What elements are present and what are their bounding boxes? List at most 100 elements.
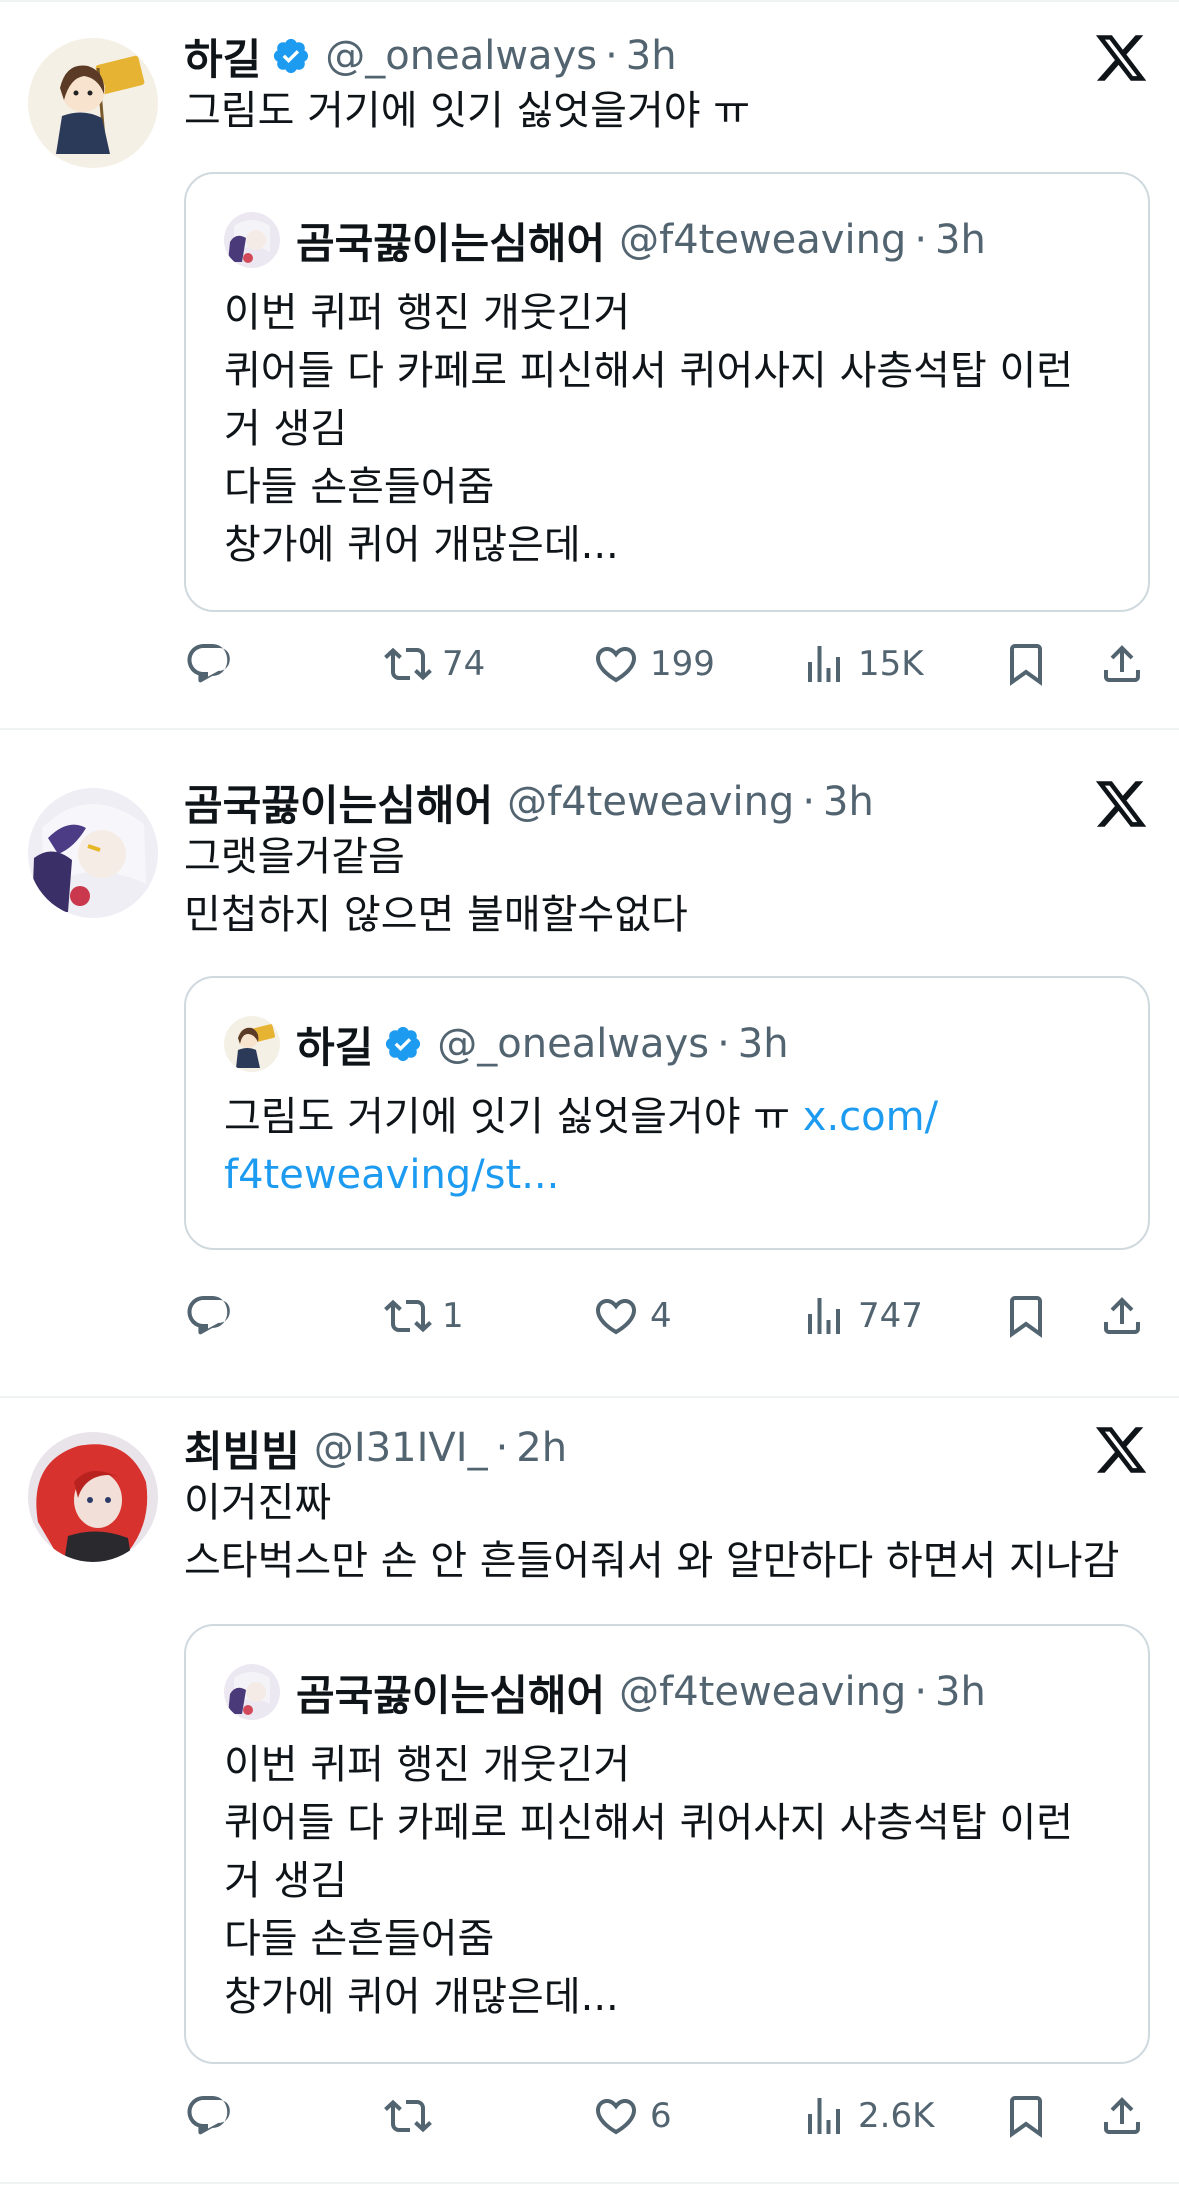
x-logo-icon[interactable] [1093,30,1149,86]
share-icon [1104,1297,1140,1334]
quote-avatar-image [224,212,280,268]
like-count: 4 [650,1296,672,1336]
like-button[interactable]: 4 [592,1286,672,1346]
quote-avatar-image [224,1664,280,1720]
author-name[interactable]: 곰국끓이는심해어 [184,772,493,833]
quoted-tweet[interactable]: 곰국끓이는심해어 @f4teweaving · 3h 이번 퀴퍼 행진 개웃긴거… [184,1624,1150,2064]
tweet-header: 곰국끓이는심해어 @f4teweaving · 3h [184,774,874,830]
heart-icon [595,2099,637,2135]
like-button[interactable]: 6 [592,2086,672,2146]
tweet-text: 그림도 거기에 잇기 싫엇을거야 ㅠ [184,88,751,134]
quote-text: 그림도 거기에 잇기 싫엇을거야 ㅠ x.com/ f4teweaving/st… [224,1088,1118,1204]
avatar-image [28,1432,158,1562]
quote-author-handle: @_onealways [437,1021,710,1067]
share-button[interactable] [1098,1286,1146,1346]
heart-icon [595,647,637,683]
repost-button[interactable] [384,2086,442,2146]
like-count: 6 [650,2096,672,2136]
x-logo-icon[interactable] [1093,1422,1149,1478]
reply-icon [187,2096,230,2135]
quote-author-name: 곰국끓이는심해어 [296,218,606,268]
reply-button[interactable] [184,634,242,694]
bookmark-button[interactable] [1002,1286,1050,1346]
share-icon [1104,645,1140,682]
quote-avatar [224,1016,280,1072]
quote-timestamp: 3h [935,1669,986,1715]
verified-badge-icon [274,38,309,74]
like-button[interactable]: 199 [592,634,715,694]
quote-header: 하길 @_onealways · 3h [224,1016,789,1072]
action-bar: 74 199 15K [184,634,1150,694]
share-button[interactable] [1098,2086,1146,2146]
tweet-divider [0,2182,1179,2184]
quote-author-handle: @f4teweaving [619,1669,907,1715]
quote-header: 곰국끓이는심해어 @f4teweaving · 3h [224,1664,986,1720]
tweet-2[interactable]: 곰국끓이는심해어 @f4teweaving · 3h 그랫을거같음 민첩하지 않… [0,730,1179,1396]
repost-icon [384,647,432,681]
repost-button[interactable]: 1 [384,1286,464,1346]
reply-icon [187,1296,230,1335]
tweet-header: 하길 @_onealways · 3h [184,28,677,84]
views-count: 15K [858,644,924,684]
bookmark-icon [1010,644,1042,686]
tweet-3[interactable]: 최빔빔 @I31IVI_ · 2h 이거진짜 스타벅스만 손 안 흔들어줘서 와… [0,1398,1179,2191]
views-count: 2.6K [858,2096,935,2136]
reply-button[interactable] [184,2086,242,2146]
quote-author-handle: @f4teweaving [619,217,907,263]
author-handle[interactable]: @I31IVI_ [314,1425,488,1471]
quote-header: 곰국끓이는심해어 @f4teweaving · 3h [224,212,986,268]
quote-avatar [224,212,280,268]
bookmark-button[interactable] [1002,634,1050,694]
timestamp[interactable]: 3h [823,779,874,825]
timestamp[interactable]: 3h [626,33,677,79]
views-button[interactable]: 747 [800,1286,923,1346]
bookmark-icon [1010,2096,1042,2138]
avatar[interactable] [28,38,158,168]
separator-dot: · [914,217,928,263]
separator-dot: · [605,33,618,79]
verified-badge-icon [386,1026,421,1062]
x-logo-icon[interactable] [1093,776,1149,832]
quote-text: 이번 퀴퍼 행진 개웃긴거 퀴어들 다 카페로 피신해서 퀴어사지 사층석탑 이… [224,290,1074,568]
separator-dot: · [802,779,816,825]
author-handle[interactable]: @_onealways [325,33,597,79]
share-button[interactable] [1098,634,1146,694]
avatar[interactable] [28,1432,158,1562]
quote-text-body: 그림도 거기에 잇기 싫엇을거야 ㅠ [224,1094,803,1140]
separator-dot: · [914,1669,928,1715]
author-name[interactable]: 하길 [184,26,261,87]
repost-icon [384,1299,432,1333]
author-handle[interactable]: @f4teweaving [507,779,794,825]
quote-avatar [224,1664,280,1720]
avatar[interactable] [28,788,158,918]
action-bar: 6 2.6K [184,2086,1150,2146]
views-button[interactable]: 2.6K [800,2086,934,2146]
views-count: 747 [858,1296,923,1336]
author-name[interactable]: 최빔빔 [184,1418,300,1479]
share-icon [1104,2097,1140,2134]
repost-button[interactable]: 74 [384,634,485,694]
heart-icon [595,1299,637,1335]
reply-icon [187,644,230,683]
quoted-tweet[interactable]: 곰국끓이는심해어 @f4teweaving · 3h 이번 퀴퍼 행진 개웃긴거… [184,172,1150,612]
quote-timestamp: 3h [737,1021,789,1067]
bookmark-button[interactable] [1002,2086,1050,2146]
reply-button[interactable] [184,1286,242,1346]
tweet-1[interactable]: 하길 @_onealways · 3h 그림도 거기에 잇기 싫엇을거야 ㅠ 곰… [0,0,1179,728]
quote-avatar-image [224,1016,280,1072]
views-icon [808,646,840,682]
separator-dot: · [717,1021,730,1067]
avatar-image [28,788,158,918]
timestamp[interactable]: 2h [516,1425,567,1471]
tweet-text: 그랫을거같음 민첩하지 않으면 불매할수없다 [184,834,688,938]
views-icon [808,1298,840,1334]
quote-author-name: 하길 [296,1022,374,1072]
repost-icon [384,2099,432,2133]
separator-dot: · [495,1425,509,1471]
views-icon [808,2098,840,2134]
views-button[interactable]: 15K [800,634,924,694]
bookmark-icon [1010,1296,1042,1338]
tweet-text: 이거진짜 스타벅스만 손 안 흔들어줘서 와 알만하다 하면서 지나감 [184,1480,1120,1584]
quoted-tweet[interactable]: 하길 @_onealways · 3h 그림도 거기에 잇기 싫엇을거야 ㅠ x… [184,976,1150,1250]
quote-text: 이번 퀴퍼 행진 개웃긴거 퀴어들 다 카페로 피신해서 퀴어사지 사층석탑 이… [224,1742,1074,2020]
